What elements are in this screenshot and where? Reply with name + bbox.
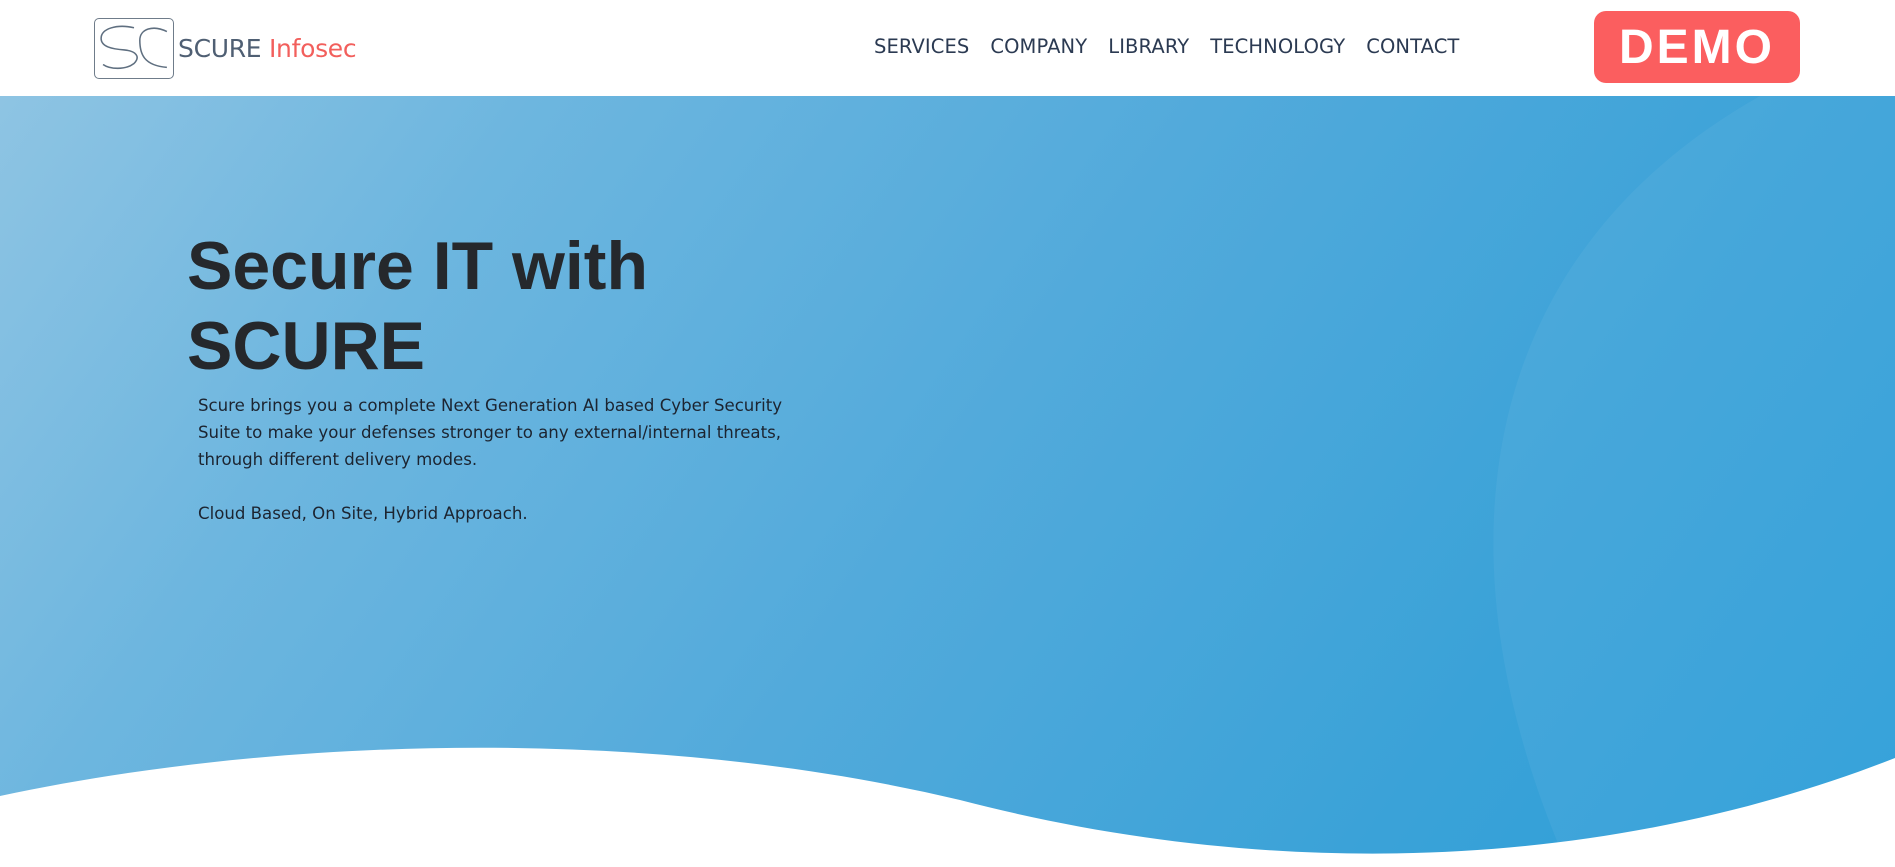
brand-name-accent: Infosec — [268, 33, 357, 63]
hero-section: Secure IT with SCURE Scure brings you a … — [0, 96, 1895, 867]
main-nav: SERVICES COMPANY LIBRARY TECHNOLOGY CONT… — [874, 34, 1459, 60]
demo-button[interactable]: DEMO — [1594, 11, 1800, 83]
site-header: SCURE Infosec SERVICES COMPANY LIBRARY T… — [0, 0, 1895, 96]
hero-delivery-modes: Cloud Based, On Site, Hybrid Approach. — [198, 504, 528, 523]
nav-services[interactable]: SERVICES — [874, 34, 969, 60]
hero-description: Scure brings you a complete Next Generat… — [198, 396, 783, 469]
nav-company[interactable]: COMPANY — [990, 34, 1087, 60]
hero-title: Secure IT with SCURE — [187, 226, 887, 386]
nav-library[interactable]: LIBRARY — [1108, 34, 1189, 60]
logo-link[interactable]: SCURE Infosec — [94, 17, 357, 79]
brand-name: SCURE Infosec — [178, 33, 357, 63]
scure-logo-icon — [94, 17, 174, 79]
nav-contact[interactable]: CONTACT — [1366, 34, 1459, 60]
nav-technology[interactable]: TECHNOLOGY — [1210, 34, 1345, 60]
hero-title-line-1: Secure IT with — [187, 228, 648, 304]
hero-background-shapes — [0, 96, 1895, 867]
hero-title-line-2: SCURE — [187, 308, 426, 384]
brand-name-main: SCURE — [178, 33, 262, 63]
